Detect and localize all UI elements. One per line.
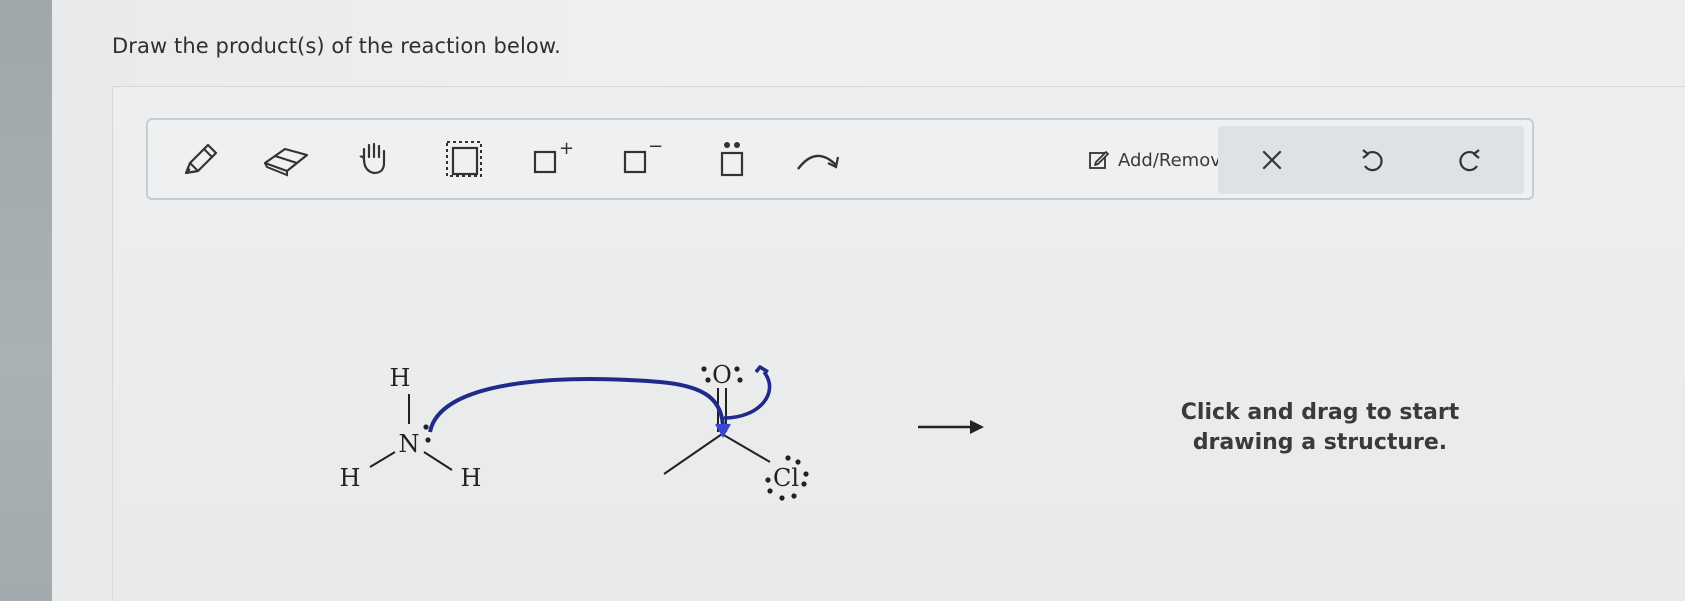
chlorine-lone-pair-dot — [795, 459, 801, 465]
ccl-bond — [721, 433, 771, 463]
ammonia-right-hydrogen: H — [461, 464, 482, 492]
nucleophilic-attack-arrow[interactable] — [428, 377, 726, 433]
nh-bond-right — [423, 451, 453, 471]
chlorine-lone-pair-dot — [765, 477, 771, 483]
cc-bond — [663, 433, 723, 475]
ammonia-nitrogen: N — [399, 430, 420, 458]
acetyl-chloride-molecule: O Cl — [663, 361, 809, 501]
reaction-arrow — [918, 420, 984, 434]
ammonia-left-hydrogen: H — [340, 464, 361, 492]
oxygen-lone-pair-dot — [737, 377, 743, 383]
oxygen-lone-pair-dot — [734, 366, 740, 372]
pi-arrowhead — [754, 365, 769, 374]
nitrogen-lone-pair-dot — [425, 437, 431, 443]
chlorine-lone-pair-dot — [779, 495, 785, 501]
chlorine-lone-pair-dot — [785, 455, 791, 461]
oxygen-lone-pair-dot — [701, 366, 707, 372]
chlorine-atom: Cl — [773, 464, 799, 492]
oxygen-lone-pair-dot — [705, 377, 711, 383]
chlorine-lone-pair-dot — [791, 493, 797, 499]
chlorine-lone-pair-dot — [801, 481, 807, 487]
reaction-canvas: H N H H O Cl — [340, 361, 984, 501]
ammonia-top-hydrogen: H — [390, 364, 411, 392]
canvas-hint: Click and drag to start drawing a struct… — [1180, 400, 1460, 455]
nitrogen-lone-pair-dot — [423, 424, 429, 430]
nh-bond-left — [369, 451, 396, 468]
chlorine-lone-pair-dot — [767, 488, 773, 494]
carbonyl-oxygen: O — [712, 361, 732, 389]
chlorine-lone-pair-dot — [803, 471, 809, 477]
ammonia-molecule: H N H H — [340, 364, 482, 492]
